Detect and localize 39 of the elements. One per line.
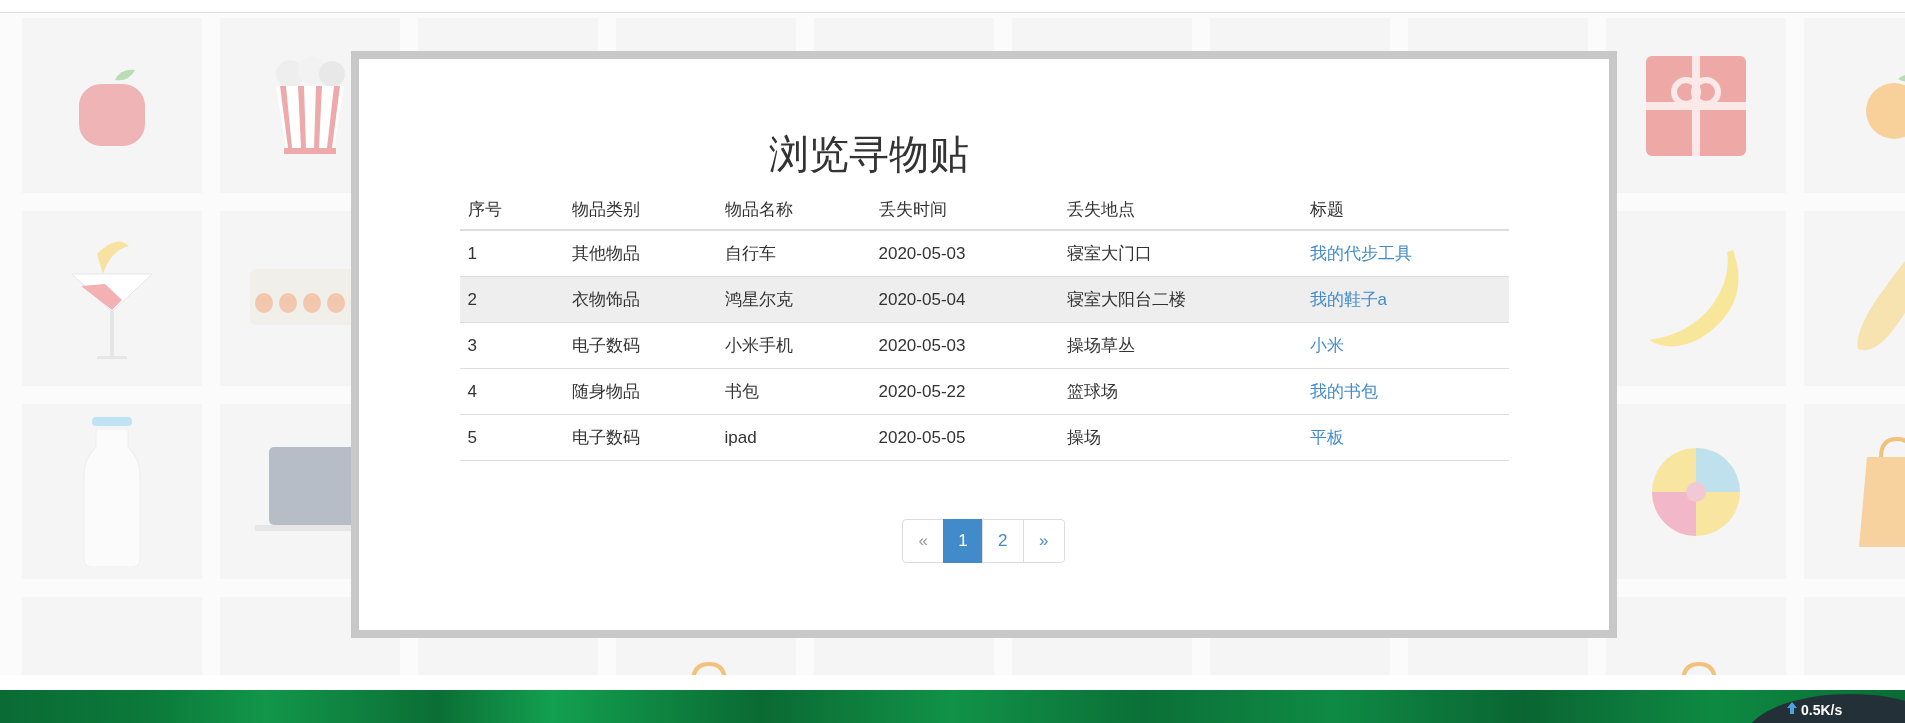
table-cell: 2020-05-22 (870, 368, 1059, 415)
table-cell: 2 (459, 276, 564, 323)
table-cell: 3 (459, 322, 564, 369)
table-cell: 电子数码 (563, 322, 717, 369)
title-link[interactable]: 小米 (1309, 336, 1344, 355)
table-cell: 2020-05-04 (870, 276, 1059, 323)
bottle-icon (82, 416, 142, 567)
table-cell: 5 (459, 414, 564, 461)
table-cell: 衣物饰品 (563, 276, 717, 323)
table-cell: 电子数码 (563, 414, 717, 461)
table-cell: 小米手机 (716, 322, 871, 369)
title-link[interactable]: 我的书包 (1309, 382, 1378, 401)
page-button[interactable]: 2 (981, 519, 1024, 563)
table-cell: 2020-05-03 (870, 230, 1059, 277)
page-button[interactable]: 1 (943, 519, 983, 563)
page-button[interactable]: » (1022, 519, 1065, 563)
table-cell: 其他物品 (563, 230, 717, 277)
table-cell: 鸿星尔克 (716, 276, 871, 323)
table-cell: 操场草丛 (1058, 322, 1302, 369)
title-link[interactable]: 我的代步工具 (1309, 244, 1412, 263)
table-cell: 操场 (1058, 414, 1302, 461)
beach-ball-icon (1651, 446, 1741, 537)
title-link[interactable]: 平板 (1309, 428, 1344, 447)
table-cell: 书包 (716, 368, 871, 415)
table-cell: 2020-05-03 (870, 322, 1059, 369)
table-cell: 寝室大门口 (1058, 230, 1302, 277)
table-cell: 1 (459, 230, 564, 277)
speed-reading: 0.5K/s (1801, 702, 1843, 718)
table-cell: 4 (459, 368, 564, 415)
title-link[interactable]: 我的鞋子a (1309, 290, 1387, 309)
upload-arrow-icon (1787, 702, 1797, 714)
table-cell: 自行车 (716, 230, 871, 277)
table-cell: 寝室大阳台二楼 (1058, 276, 1302, 323)
table-cell: 篮球场 (1058, 368, 1302, 415)
table-cell: 2020-05-05 (870, 414, 1059, 461)
page-title: 浏览寻物贴 (769, 132, 969, 176)
table-cell: ipad (716, 414, 871, 461)
gift-icon (1646, 55, 1746, 156)
table-cell: 随身物品 (563, 368, 717, 415)
